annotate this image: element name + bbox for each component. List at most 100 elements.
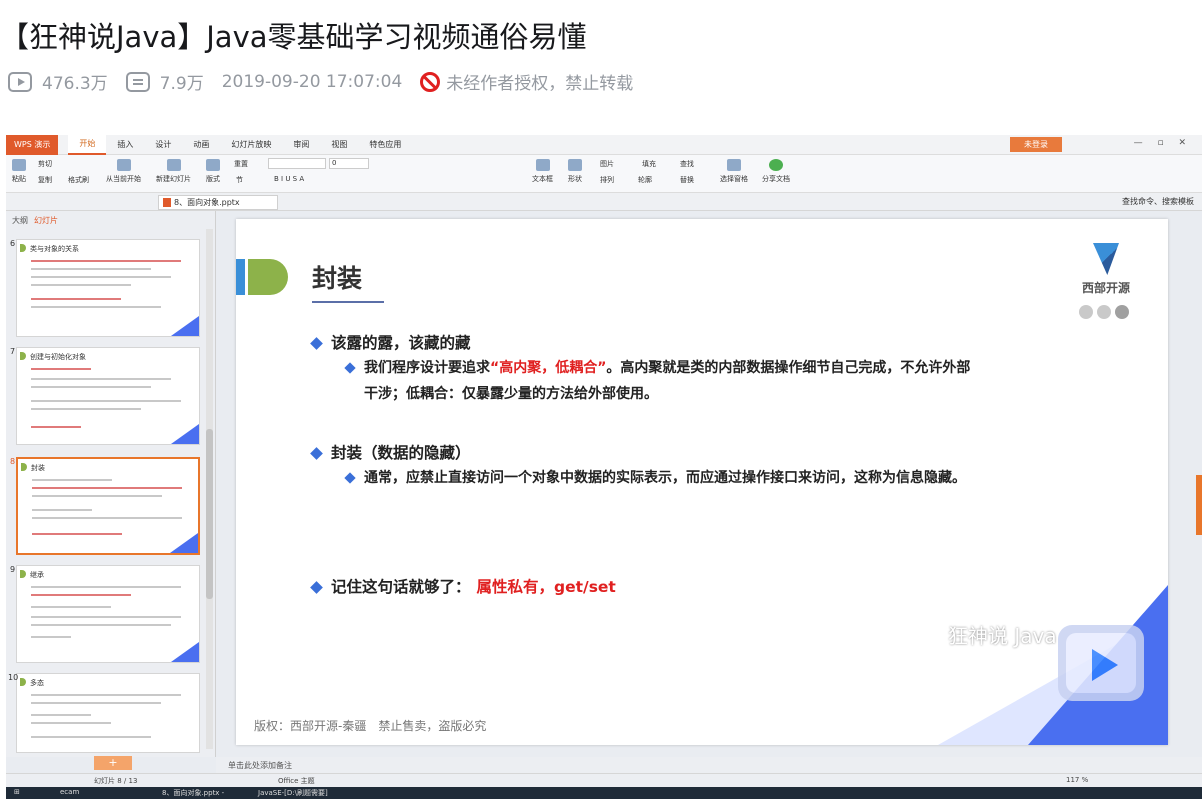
- arrange-button[interactable]: 排列: [600, 175, 614, 185]
- wps-titlebar: WPS 演示 开始 插入 设计 动画 幻灯片放映 审阅 视图 特色应用 未登录 …: [6, 135, 1202, 155]
- new-slide-button[interactable]: 新建幻灯片: [156, 159, 191, 184]
- share-icon: [769, 159, 783, 171]
- danmaku-icon: [125, 71, 150, 92]
- login-button[interactable]: 未登录: [1010, 137, 1062, 152]
- taskbar-item[interactable]: ecam: [60, 788, 79, 796]
- menu-tab-slideshow[interactable]: 幻灯片放映: [220, 135, 282, 155]
- slideshow-icon: [116, 159, 131, 171]
- bilibili-watermark: 狂神说 Java: [948, 624, 1057, 648]
- slide-thumbnail[interactable]: 多态: [16, 673, 200, 753]
- select-pane-button[interactable]: 选择窗格: [720, 159, 748, 184]
- diamond-bullet-icon: [310, 581, 323, 594]
- prohibited-icon: [420, 71, 441, 92]
- shape-button[interactable]: 形状: [568, 159, 582, 184]
- taskbar-item[interactable]: 8、面向对象.pptx -: [162, 788, 224, 798]
- add-slide-button[interactable]: +: [94, 756, 132, 770]
- start-icon[interactable]: ⊞: [14, 788, 20, 796]
- video-meta: 476.3万 7.9万 2019-09-20 17:07:04 未经作者授权，禁…: [8, 69, 651, 94]
- thumb-number: 9: [10, 565, 16, 574]
- notes-area[interactable]: 单击此处添加备注: [216, 757, 1202, 773]
- bullet-2: 封装（数据的隐藏）: [310, 441, 471, 463]
- panel-tabs: 大纲 幻灯片: [6, 211, 215, 229]
- share-button[interactable]: 分享文档: [762, 159, 790, 184]
- copy-button[interactable]: 复制: [38, 175, 52, 185]
- thumbnail-scrollbar[interactable]: [206, 229, 213, 749]
- menu-tab-review[interactable]: 审阅: [282, 135, 320, 155]
- slide-thumbnail[interactable]: 创建与初始化对象: [16, 347, 200, 445]
- new-slide-icon: [166, 159, 181, 171]
- slide-thumbnail[interactable]: 类与对象的关系: [16, 239, 200, 337]
- bullet-2-sub: 通常，应禁止直接访问一个对象中数据的实际表示，而应通过操作接口来访问，这称为信息…: [344, 465, 1146, 491]
- side-scroll-handle[interactable]: [1196, 475, 1202, 535]
- menu-tab-design[interactable]: 设计: [144, 135, 182, 155]
- slide-thumbnail-panel: 大纲 幻灯片 类与对象的关系 创建与初始化对象 封装 继承 多态 6 7 8 9…: [6, 211, 216, 757]
- slide-thumbnail[interactable]: 继承: [16, 565, 200, 663]
- play-count-icon: [8, 71, 32, 92]
- diamond-bullet-icon: [344, 472, 356, 484]
- thumb-number: 6: [10, 239, 16, 248]
- publish-time: 2019-09-20 17:07:04: [221, 71, 403, 92]
- outline-button[interactable]: 轮廓: [638, 175, 652, 185]
- xibu-logo: 西部开源: [1076, 243, 1136, 296]
- menu-tab-insert[interactable]: 插入: [106, 135, 144, 155]
- views-count: 476.3万: [42, 74, 108, 94]
- diamond-bullet-icon: [310, 447, 323, 460]
- slide-thumbnail-selected[interactable]: 封装: [16, 457, 200, 555]
- views-stat: 476.3万: [8, 69, 108, 94]
- paste-button[interactable]: 粘贴: [12, 159, 26, 184]
- thumb-number: 8: [10, 457, 16, 466]
- video-player[interactable]: WPS 演示 开始 插入 设计 动画 幻灯片放映 审阅 视图 特色应用 未登录 …: [6, 135, 1202, 799]
- menu-tab-view[interactable]: 视图: [320, 135, 358, 155]
- thumb-number: 7: [10, 347, 16, 356]
- decorative-dots: [1079, 305, 1129, 319]
- title-underline: [312, 301, 384, 303]
- menu-tab-features[interactable]: 特色应用: [358, 135, 412, 155]
- diamond-bullet-icon: [310, 337, 323, 350]
- fill-button[interactable]: 填充: [642, 159, 656, 169]
- ribbon-toolbar: 粘贴 剪切 复制 格式刷 从当前开始 新建幻灯片 版式 重置 节 0 B I U…: [6, 155, 1202, 193]
- textbox-button[interactable]: 文本框: [532, 159, 553, 184]
- slide-counter: 幻灯片 8 / 13: [94, 777, 138, 785]
- danmaku-count: 7.9万: [159, 74, 204, 94]
- select-pane-icon: [727, 159, 741, 171]
- wps-app-button[interactable]: WPS 演示: [6, 135, 59, 155]
- video-title: 【狂神说Java】Java零基础学习视频通俗易懂: [0, 20, 587, 54]
- layout-button[interactable]: 版式: [206, 159, 220, 184]
- slide-title-decoration: [236, 259, 290, 295]
- search-command[interactable]: 查找命令、搜索模板: [1122, 196, 1194, 207]
- paste-icon: [12, 159, 26, 171]
- reset-button[interactable]: 重置: [234, 159, 248, 169]
- tab-outline[interactable]: 大纲: [12, 215, 28, 226]
- replace-button[interactable]: 替换: [680, 175, 694, 185]
- bullet-1: 该露的露，该藏的藏: [310, 331, 471, 353]
- font-size-select[interactable]: 0: [329, 158, 369, 169]
- thumb-number: 10: [8, 673, 19, 682]
- notice-text: 未经作者授权，禁止转载: [446, 74, 634, 94]
- bold-button[interactable]: B I U S A: [274, 175, 304, 183]
- bilibili-tv-play-icon[interactable]: [1058, 625, 1144, 701]
- tab-slides[interactable]: 幻灯片: [34, 215, 58, 226]
- status-bar: 幻灯片 8 / 13 Office 主题 117 %: [6, 773, 1202, 787]
- bullet-3: 记住这句话就够了： 属性私有，get/set: [310, 575, 616, 597]
- find-button[interactable]: 查找: [680, 159, 694, 169]
- from-start-button[interactable]: 从当前开始: [106, 159, 141, 184]
- font-family-select[interactable]: [268, 158, 326, 169]
- format-painter-button[interactable]: 格式刷: [68, 175, 89, 185]
- taskbar-item[interactable]: JavaSE-[D:\刷题需要]: [258, 788, 328, 798]
- thumb-accent: [20, 244, 26, 252]
- slide-canvas[interactable]: 封装 西部开源 该露的露，该藏的藏 我们程序设计要追求“高内聚，低耦合”。高内聚…: [236, 219, 1168, 745]
- window-controls[interactable]: — ▫ ✕: [1134, 138, 1192, 148]
- picture-button[interactable]: 图片: [600, 159, 614, 169]
- layout-icon: [206, 159, 220, 171]
- doc-tab[interactable]: 8、面向对象.pptx: [158, 195, 278, 210]
- textbox-icon: [535, 159, 550, 171]
- theme-name: Office 主题: [278, 777, 315, 785]
- cut-button[interactable]: 剪切: [38, 159, 52, 169]
- danmaku-stat: 7.9万: [125, 69, 204, 94]
- bullet-1-sub: 我们程序设计要追求“高内聚，低耦合”。高内聚就是类的内部数据操作细节自己完成，不…: [344, 355, 1058, 407]
- zoom-level[interactable]: 117 %: [1066, 776, 1088, 784]
- menu-tab-home[interactable]: 开始: [68, 135, 107, 155]
- section-button[interactable]: 节: [236, 175, 243, 185]
- document-tabbar: 8、面向对象.pptx 查找命令、搜索模板: [6, 193, 1202, 211]
- menu-tab-animation[interactable]: 动画: [182, 135, 220, 155]
